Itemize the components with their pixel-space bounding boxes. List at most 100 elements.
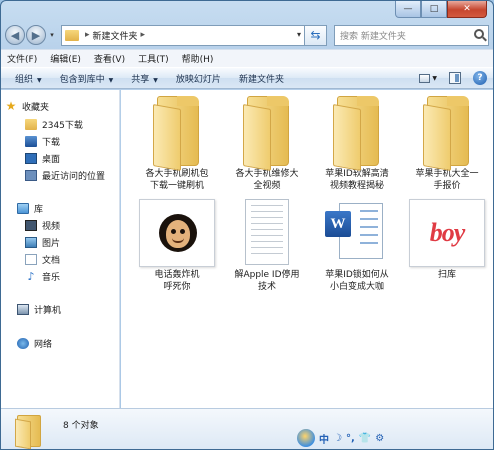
folder-icon <box>153 96 199 171</box>
forward-button[interactable]: ▶ <box>26 25 46 45</box>
maximize-button[interactable]: □ <box>421 1 447 18</box>
file-item-text[interactable]: 解Apple ID停用 技术 <box>224 199 310 293</box>
file-item-folder[interactable]: 苹果手机大全一 手报价 <box>404 96 490 192</box>
settings-gear-icon[interactable]: ⚙ <box>375 433 384 444</box>
include-library-label: 包含到库中 <box>59 74 105 85</box>
view-mode-icon[interactable] <box>419 73 431 83</box>
share-button[interactable]: 共享 ▼ <box>131 72 158 85</box>
explorer-window: — □ ✕ ◀ ▶ ▾ ▸ 新建文件夹 ▸ ▾ ⇆ 搜索 新建文件夹 文件(F)… <box>0 0 494 450</box>
folder-icon <box>333 96 379 171</box>
file-name: 苹果ID锁如何从 小白变成大咖 <box>325 270 389 292</box>
nav-item-documents[interactable]: 文档 <box>25 251 60 267</box>
nav-item-pictures[interactable]: 图片 <box>25 234 60 250</box>
view-dropdown-icon[interactable]: ▼ <box>432 75 437 82</box>
include-library-button[interactable]: 包含到库中 ▼ <box>60 72 114 85</box>
nav-item-music[interactable]: ♪ 音乐 <box>25 268 60 284</box>
back-arrow-icon: ◀ <box>10 28 20 42</box>
punctuation-icon[interactable]: °, <box>346 433 355 444</box>
nav-item-downloads[interactable]: 下载 <box>25 133 60 149</box>
file-name: 苹果ID软解高清 视频教程揭秘 <box>325 169 389 191</box>
file-item-image[interactable]: boy 扫库 <box>404 199 490 281</box>
minimize-button[interactable]: — <box>395 1 421 18</box>
refresh-button[interactable]: ⇆ <box>305 24 327 46</box>
navigation-pane: ★ 收藏夹 2345下载 下载 桌面 最近访问的位置 库 视频 图片 文档 ♪ … <box>1 90 120 408</box>
pictures-icon <box>25 236 37 248</box>
file-item-folder[interactable]: 苹果ID软解高清 视频教程揭秘 <box>314 96 400 192</box>
nav-item-label: 文档 <box>42 255 61 266</box>
music-note-icon: ♪ <box>27 269 35 283</box>
chevron-down-icon: ▼ <box>153 76 158 84</box>
folder-icon <box>65 29 79 41</box>
organize-label: 组织 <box>15 74 34 85</box>
menu-view[interactable]: 查看(V) <box>94 52 125 65</box>
address-bar[interactable]: ▸ 新建文件夹 ▸ ▾ <box>61 24 305 46</box>
nav-item-videos[interactable]: 视频 <box>25 217 60 233</box>
image-thumbnail <box>139 199 215 267</box>
folder-icon <box>25 118 37 130</box>
menu-tools[interactable]: 工具(T) <box>138 52 169 65</box>
search-icon[interactable] <box>474 28 484 39</box>
nav-libraries[interactable]: 库 <box>17 200 43 216</box>
breadcrumb-separator[interactable]: ▸ <box>85 30 90 40</box>
folder-icon <box>15 415 41 449</box>
close-button[interactable]: ✕ <box>447 1 487 18</box>
nav-favorites[interactable]: ★ 收藏夹 <box>5 98 49 114</box>
file-name: 各大手机维修大 全视频 <box>235 169 299 191</box>
help-icon[interactable]: ? <box>473 71 487 85</box>
slideshow-button[interactable]: 放映幻灯片 <box>176 72 221 85</box>
recent-places-icon <box>25 169 37 181</box>
nav-network[interactable]: 网络 <box>17 335 52 351</box>
ime-toolbar[interactable]: 中 ☽ °, 👕 ⚙ <box>297 429 403 447</box>
back-button[interactable]: ◀ <box>5 25 25 45</box>
skin-icon[interactable]: 👕 <box>359 433 371 444</box>
preview-pane-icon[interactable] <box>449 72 461 84</box>
details-pane: 8 个对象 中 ☽ °, 👕 ⚙ <box>1 408 493 449</box>
nav-item-2345-download[interactable]: 2345下载 <box>25 116 83 132</box>
chevron-down-icon: ▼ <box>37 76 42 84</box>
ime-mode-label[interactable]: 中 <box>319 431 329 446</box>
history-dropdown[interactable]: ▾ <box>47 31 57 39</box>
address-row: ◀ ▶ ▾ ▸ 新建文件夹 ▸ ▾ ⇆ 搜索 新建文件夹 <box>5 23 489 47</box>
menu-edit[interactable]: 编辑(E) <box>50 52 81 65</box>
address-dropdown-icon[interactable]: ▾ <box>297 30 301 39</box>
breadcrumb-separator[interactable]: ▸ <box>141 30 146 40</box>
text-file-icon <box>229 199 305 267</box>
monkey-icon <box>159 214 197 252</box>
forward-arrow-icon: ▶ <box>31 28 41 42</box>
video-icon <box>25 219 37 231</box>
nav-computer-label: 计算机 <box>34 305 62 316</box>
nav-item-recent-places[interactable]: 最近访问的位置 <box>25 167 105 183</box>
documents-icon <box>25 253 37 265</box>
file-list: 各大手机刷机包 下载一键刷机 各大手机维修大 全视频 苹果ID软解高清 视频教程揭秘 … <box>121 90 493 408</box>
refresh-icon: ⇆ <box>310 28 321 42</box>
ime-mascot-icon <box>297 429 315 447</box>
nav-item-desktop[interactable]: 桌面 <box>25 150 60 166</box>
menu-file[interactable]: 文件(F) <box>7 52 37 65</box>
search-placeholder: 搜索 新建文件夹 <box>340 31 406 42</box>
moon-icon[interactable]: ☽ <box>333 433 342 444</box>
nav-item-label: 下载 <box>42 137 61 148</box>
word-document-icon: W <box>319 199 395 267</box>
computer-icon <box>17 303 29 315</box>
organize-button[interactable]: 组织 ▼ <box>15 72 42 85</box>
nav-favorites-label: 收藏夹 <box>22 102 50 113</box>
file-item-image[interactable]: 电话轰炸机 呼死你 <box>134 199 220 293</box>
nav-computer[interactable]: 计算机 <box>17 301 61 317</box>
file-name: 扫库 <box>437 270 456 280</box>
folder-icon <box>243 96 289 171</box>
file-item-word[interactable]: W 苹果ID锁如何从 小白变成大咖 <box>314 199 400 293</box>
boy-logo-text: boy <box>429 218 466 247</box>
share-label: 共享 <box>131 74 150 85</box>
new-folder-button[interactable]: 新建文件夹 <box>239 72 284 85</box>
menu-help[interactable]: 帮助(H) <box>182 52 214 65</box>
file-item-folder[interactable]: 各大手机维修大 全视频 <box>224 96 310 192</box>
library-icon <box>17 202 29 214</box>
nav-item-label: 视频 <box>42 221 61 232</box>
search-input[interactable]: 搜索 新建文件夹 <box>334 24 489 46</box>
breadcrumb-folder[interactable]: 新建文件夹 <box>93 29 138 42</box>
file-item-folder[interactable]: 各大手机刷机包 下载一键刷机 <box>134 96 220 192</box>
command-bar: 组织 ▼ 包含到库中 ▼ 共享 ▼ 放映幻灯片 新建文件夹 ▼ ? <box>1 67 493 89</box>
downloads-icon <box>25 135 37 147</box>
nav-item-label: 桌面 <box>42 154 61 165</box>
network-icon <box>17 337 29 349</box>
